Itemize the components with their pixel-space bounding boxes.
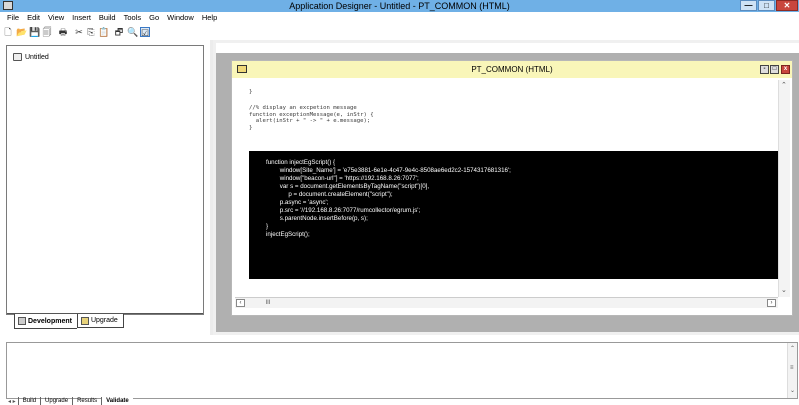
tab-development[interactable]: Development <box>14 314 77 329</box>
code-line: function exceptionMessage(e, inStr) { <box>249 111 374 118</box>
title-bar: Application Designer - Untitled - PT_COM… <box>0 0 799 12</box>
tree-item-untitled[interactable]: Untitled <box>13 53 49 61</box>
editor-minimize-button[interactable]: - <box>760 65 769 74</box>
code-line: function injectEgScript() { <box>266 159 336 166</box>
scroll-left-icon[interactable]: ‹ <box>236 299 245 307</box>
scroll-down-icon[interactable]: ⌄ <box>781 286 787 294</box>
code-line: injectEgScript(); <box>266 231 310 238</box>
code-line: //% display an excpetion message <box>249 105 357 111</box>
editor-vertical-scrollbar[interactable]: ⌃ ⌄ <box>778 80 790 297</box>
project-workspace[interactable]: Untitled <box>6 45 204 315</box>
open-icon[interactable]: 📂 <box>16 27 27 37</box>
upgrade-icon <box>80 316 89 325</box>
mdi-top-edge <box>216 43 799 53</box>
code-line: s.parentNode.insertBefore(p, s); <box>266 215 368 222</box>
code-line: p.async = 'async'; <box>266 199 329 206</box>
output-vertical-scrollbar[interactable]: ⌃ ≡ ⌄ <box>787 343 797 398</box>
tab-upgrade-output[interactable]: Upgrade <box>40 397 72 405</box>
validate-icon[interactable]: ☑ <box>140 27 150 38</box>
tree-item-label: Untitled <box>25 53 49 61</box>
code-line: alert(inStr + " -> " + e.message); <box>249 118 371 125</box>
menu-insert[interactable]: Insert <box>68 12 95 24</box>
code-line: p.src = '//192.168.8.26:7077/rumcollecto… <box>266 207 421 214</box>
scroll-right-icon[interactable]: › <box>767 299 776 307</box>
code-editor[interactable]: } //% display an excpetion message funct… <box>249 81 780 283</box>
editor-horizontal-scrollbar[interactable]: ‹ III › <box>235 297 778 308</box>
project-tabs: Development Upgrade <box>14 314 124 329</box>
print-icon[interactable]: 🖶 <box>58 27 68 37</box>
project-icon[interactable]: 🗗 <box>114 27 124 37</box>
tab-development-label: Development <box>28 317 72 325</box>
menu-edit[interactable]: Edit <box>23 12 44 24</box>
tab-upgrade-label: Upgrade <box>90 317 118 324</box>
code-line: var s = document.getElementsByTagName("s… <box>266 183 430 190</box>
tab-results[interactable]: Results <box>72 397 101 405</box>
scroll-thumb-icon[interactable]: ≡ <box>790 365 794 371</box>
menu-file[interactable]: File <box>3 12 23 24</box>
find-icon[interactable]: 🔍 <box>127 27 138 37</box>
editor-window: PT_COMMON (HTML) - □ x } //% display an … <box>231 60 793 316</box>
code-line: window["beacon-url"] = 'https://192.168.… <box>266 175 419 182</box>
tab-upgrade[interactable]: Upgrade <box>76 314 124 328</box>
paste-icon[interactable]: 📋 <box>98 27 109 37</box>
menu-build[interactable]: Build <box>95 12 120 24</box>
code-line: } <box>266 223 269 230</box>
development-icon <box>18 317 26 325</box>
copy-icon[interactable]: ⎘ <box>86 27 96 37</box>
injected-script-block: function injectEgScript() { window[Site_… <box>249 151 780 279</box>
editor-title: PT_COMMON (HTML) <box>471 65 553 74</box>
save-all-icon[interactable]: 🗐 <box>42 27 52 37</box>
tab-build[interactable]: Build <box>17 397 40 405</box>
tab-validate[interactable]: Validate <box>101 397 133 405</box>
menu-window[interactable]: Window <box>163 12 198 24</box>
output-window[interactable]: ⌃ ≡ ⌄ <box>6 342 798 399</box>
editor-close-button[interactable]: x <box>781 65 790 74</box>
new-icon[interactable]: 🗋 <box>3 27 13 37</box>
scroll-thumb[interactable]: III <box>248 300 288 307</box>
code-line: } <box>249 125 253 132</box>
editor-maximize-button[interactable]: □ <box>770 65 779 74</box>
code-line: window[Site_Name'] = 'e75e3881-6e1e-4c47… <box>266 167 511 174</box>
scroll-down-icon[interactable]: ⌄ <box>790 387 795 394</box>
menu-tools[interactable]: Tools <box>120 12 146 24</box>
editor-title-bar[interactable]: PT_COMMON (HTML) - □ x <box>232 61 792 78</box>
save-icon[interactable]: 💾 <box>29 27 40 37</box>
code-line: p = document.createElement("script"); <box>266 191 393 198</box>
restore-button[interactable]: □ <box>758 0 775 11</box>
tab-nav-arrows-icon[interactable]: ◂ ▸ <box>6 398 18 405</box>
close-button[interactable]: ✕ <box>776 0 798 11</box>
scroll-up-icon[interactable]: ⌃ <box>790 345 795 352</box>
output-tabs: ◂ ▸ Build Upgrade Results Validate <box>6 397 133 405</box>
code-line: } <box>249 89 253 95</box>
minimize-button[interactable]: — <box>740 0 757 11</box>
window-title: Application Designer - Untitled - PT_COM… <box>289 1 510 11</box>
cut-icon[interactable]: ✂ <box>74 27 84 37</box>
scroll-up-icon[interactable]: ⌃ <box>781 81 787 89</box>
toolbar: 🗋 📂 💾 🗐 🖶 ✂ ⎘ 📋 🗗 🔍 ☑ <box>0 24 799 40</box>
menu-help[interactable]: Help <box>198 12 221 24</box>
menu-view[interactable]: View <box>44 12 68 24</box>
menu-bar: File Edit View Insert Build Tools Go Win… <box>0 12 799 24</box>
menu-go[interactable]: Go <box>145 12 163 24</box>
project-icon <box>13 53 22 61</box>
